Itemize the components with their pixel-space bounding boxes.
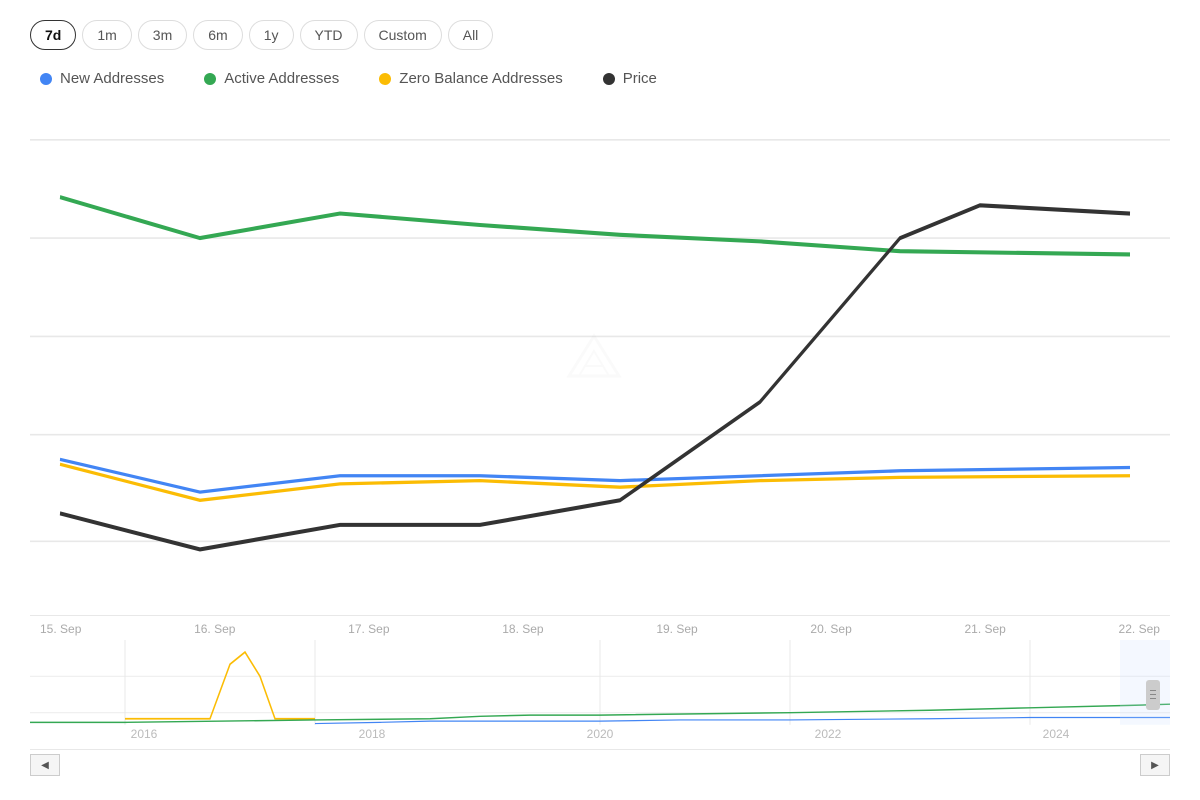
legend-dot-price [603, 73, 615, 85]
time-filter-all[interactable]: All [448, 20, 494, 50]
legend-label-zero-balance: Zero Balance Addresses [399, 70, 562, 87]
legend-item-zero-balance: Zero Balance Addresses [379, 70, 562, 87]
time-filter-3m[interactable]: 3m [138, 20, 187, 50]
legend-label-active-addresses: Active Addresses [224, 70, 339, 87]
legend-dot-active-addresses [204, 73, 216, 85]
nav-arrows: ◀ ▶ [30, 750, 1170, 780]
chart-legend: New Addresses Active Addresses Zero Balanc… [30, 70, 1170, 87]
x-label-0: 15. Sep [40, 622, 81, 636]
x-label-3: 18. Sep [502, 622, 543, 636]
legend-item-price: Price [603, 70, 657, 87]
x-label-2: 17. Sep [348, 622, 389, 636]
legend-label-new-addresses: New Addresses [60, 70, 164, 87]
time-filter-custom[interactable]: Custom [364, 20, 442, 50]
x-label-1: 16. Sep [194, 622, 235, 636]
time-filter-ytd[interactable]: YTD [300, 20, 358, 50]
time-filter-6m[interactable]: 6m [193, 20, 242, 50]
legend-dot-zero-balance [379, 73, 391, 85]
mini-scroll-handle[interactable] [1146, 680, 1160, 710]
time-filter-1m[interactable]: 1m [82, 20, 131, 50]
x-label-4: 19. Sep [656, 622, 697, 636]
time-filter-bar: 7d1m3m6m1yYTDCustomAll [30, 20, 1170, 50]
x-label-7: 22. Sep [1119, 622, 1160, 636]
nav-right-arrow[interactable]: ▶ [1140, 754, 1170, 776]
x-label-5: 20. Sep [810, 622, 851, 636]
x-axis: 15. Sep 16. Sep 17. Sep 18. Sep 19. Sep 20. S… [30, 616, 1170, 636]
time-filter-1y[interactable]: 1y [249, 20, 294, 50]
mini-chart-svg [30, 640, 1170, 749]
legend-item-active-addresses: Active Addresses [204, 70, 339, 87]
nav-left-arrow[interactable]: ◀ [30, 754, 60, 776]
chart-wrapper: 15. Sep 16. Sep 17. Sep 18. Sep 19. Sep 20. S… [30, 107, 1170, 780]
time-filter-7d[interactable]: 7d [30, 20, 76, 50]
main-chart-svg [30, 107, 1170, 615]
legend-dot-new-addresses [40, 73, 52, 85]
legend-item-new-addresses: New Addresses [40, 70, 164, 87]
main-container: 7d1m3m6m1yYTDCustomAll New Addresses Acti… [0, 0, 1200, 800]
x-label-6: 21. Sep [964, 622, 1005, 636]
main-chart [30, 107, 1170, 616]
mini-chart: 20162018202020222024 [30, 640, 1170, 750]
legend-label-price: Price [623, 70, 657, 87]
